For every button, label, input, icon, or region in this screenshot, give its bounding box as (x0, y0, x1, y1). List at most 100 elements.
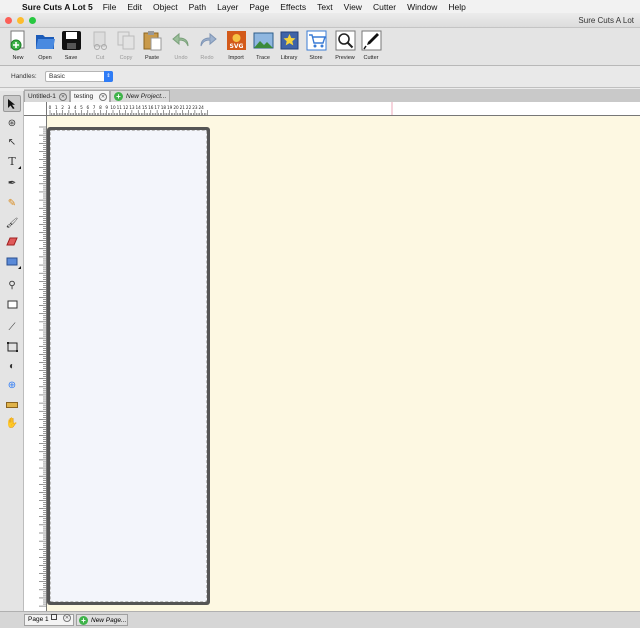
mat-work-area[interactable] (50, 130, 207, 602)
page-1-label: Page 1 (28, 616, 49, 623)
app-menu[interactable]: Sure Cuts A Lot 5 (22, 2, 93, 12)
trace-button[interactable]: Trace (250, 30, 276, 66)
eraser-icon (6, 237, 18, 246)
svg-text:SVG: SVG (229, 43, 243, 50)
title-bar: Sure Cuts A Lot (0, 13, 640, 28)
cut-scissors-icon (93, 31, 107, 50)
new-button[interactable]: New (5, 30, 31, 66)
cutting-mat[interactable] (47, 127, 210, 605)
preview-magnifier-icon (335, 30, 355, 51)
pencil-tool[interactable]: ✎ (3, 195, 21, 212)
copy-button[interactable]: Copy (113, 30, 139, 66)
brush-tool[interactable]: 🖌 (3, 215, 21, 232)
main-toolbar: New Open Save Cut Copy Paste Undo Redo S… (0, 28, 640, 66)
menu-page[interactable]: Page (249, 2, 269, 12)
import-label: Import (228, 55, 244, 61)
knife-tool[interactable]: ⟋ (3, 319, 21, 336)
menu-view[interactable]: View (344, 2, 362, 12)
page-visibility-icon[interactable] (51, 614, 57, 620)
cut-label: Cut (95, 55, 105, 61)
library-label: Library (280, 55, 298, 61)
handles-value: Basic (49, 73, 65, 80)
menu-text[interactable]: Text (317, 2, 333, 12)
menu-object[interactable]: Object (153, 2, 178, 12)
paste-button[interactable]: Paste (139, 30, 165, 66)
shadow-box-icon (7, 300, 17, 309)
handles-select[interactable]: Basic ⇕ (45, 71, 113, 82)
rectangle-icon (6, 257, 18, 266)
pan-tool[interactable]: ✋ (3, 415, 21, 432)
menu-path[interactable]: Path (189, 2, 207, 12)
redo-arrow-icon (200, 32, 217, 47)
new-page-label: New Page... (91, 616, 127, 624)
node-edit-tool[interactable]: ↖ (3, 134, 21, 151)
menu-edit[interactable]: Edit (127, 2, 142, 12)
knife-icon: ⟋ (8, 322, 16, 333)
redo-button[interactable]: Redo (194, 30, 220, 66)
pen-nib-icon: ✒ (7, 178, 17, 189)
vertical-ruler (24, 116, 47, 611)
open-button[interactable]: Open (32, 30, 58, 66)
ruler-tick-label: 13 (129, 105, 135, 110)
ruler-tick-label: 19 (167, 105, 173, 110)
undo-button[interactable]: Undo (168, 30, 194, 66)
new-page-button[interactable]: + New Page... (76, 614, 128, 626)
menu-effects[interactable]: Effects (280, 2, 306, 12)
eyedropper-tool[interactable]: ⚲ (3, 277, 21, 294)
import-button[interactable]: SVG Import (223, 30, 249, 66)
shadow-tool[interactable] (3, 296, 21, 313)
close-window-button[interactable] (5, 17, 12, 24)
minimize-window-button[interactable] (17, 17, 24, 24)
ruler-tick-label: 17 (154, 105, 160, 110)
ruler-tick-label: 7 (93, 105, 96, 110)
ruler-tick-label: 8 (99, 105, 102, 110)
cut-button[interactable]: Cut (87, 30, 113, 66)
select-tool[interactable] (3, 95, 21, 112)
paste-clipboard-icon (143, 31, 161, 51)
ruler-icon (6, 401, 18, 408)
library-button[interactable]: Library (276, 30, 302, 66)
new-project-tab[interactable]: + New Project... (110, 90, 170, 102)
group-select-tool[interactable]: ⊛ (3, 115, 21, 132)
group-select-icon: ⊛ (7, 118, 17, 129)
tab-testing[interactable]: testing ✕ (70, 90, 110, 102)
zoom-tool[interactable]: ⊕ (3, 377, 21, 394)
ruler-tick-label: 6 (86, 105, 89, 110)
design-canvas[interactable]: 0 1 2 3 4 5 6 7 8 9 10 11 12 13 14 15 16 17 18 19 20 21 22 23 24 (24, 102, 640, 611)
page-bar: Page 1 ✕ + New Page... (0, 611, 640, 628)
app-window: Sure Cuts A Lot 5 File Edit Object Path … (0, 0, 640, 628)
pen-tool[interactable]: ✒ (3, 175, 21, 192)
preview-button[interactable]: Preview (332, 30, 358, 66)
shape-tool[interactable] (3, 253, 21, 270)
tool-palette: ⊛ ↖ T ✒ ✎ 🖌 ⚲ ⟋ ◐ ⊕ ✋ (0, 91, 24, 611)
ruler-tick-label: 18 (161, 105, 167, 110)
new-project-label: New Project... (126, 93, 167, 100)
store-label: Store (309, 55, 323, 61)
menu-file[interactable]: File (103, 2, 117, 12)
import-svg-icon: SVG (226, 31, 246, 50)
close-tab-icon[interactable]: ✕ (99, 92, 107, 101)
store-button[interactable]: Store (303, 30, 329, 66)
project-tabs: Untitled-1 ✕ testing ✕ + New Project... (24, 89, 640, 102)
menu-window[interactable]: Window (407, 2, 437, 12)
tab-untitled-1[interactable]: Untitled-1 ✕ (24, 90, 70, 102)
window-title: Sure Cuts A Lot (578, 16, 634, 25)
close-tab-icon[interactable]: ✕ (59, 92, 67, 101)
close-page-icon[interactable]: ✕ (63, 613, 71, 622)
ruler-tick-label: 16 (148, 105, 154, 110)
cutter-button[interactable]: Cutter (358, 30, 384, 66)
save-button[interactable]: Save (58, 30, 84, 66)
zoom-window-button[interactable] (29, 17, 36, 24)
text-tool[interactable]: T (3, 153, 21, 170)
ruler-tick-label: 24 (199, 105, 205, 110)
eraser-tool[interactable] (3, 233, 21, 250)
node-edit-icon: ↖ (7, 137, 17, 148)
menu-layer[interactable]: Layer (217, 2, 238, 12)
contour-tool[interactable]: ◐ (3, 358, 21, 375)
plus-icon: + (79, 615, 88, 625)
weld-tool[interactable] (3, 338, 21, 355)
measure-tool[interactable] (3, 396, 21, 413)
menu-cutter[interactable]: Cutter (373, 2, 396, 12)
ruler-tick-label: 20 (173, 105, 179, 110)
menu-help[interactable]: Help (448, 2, 465, 12)
